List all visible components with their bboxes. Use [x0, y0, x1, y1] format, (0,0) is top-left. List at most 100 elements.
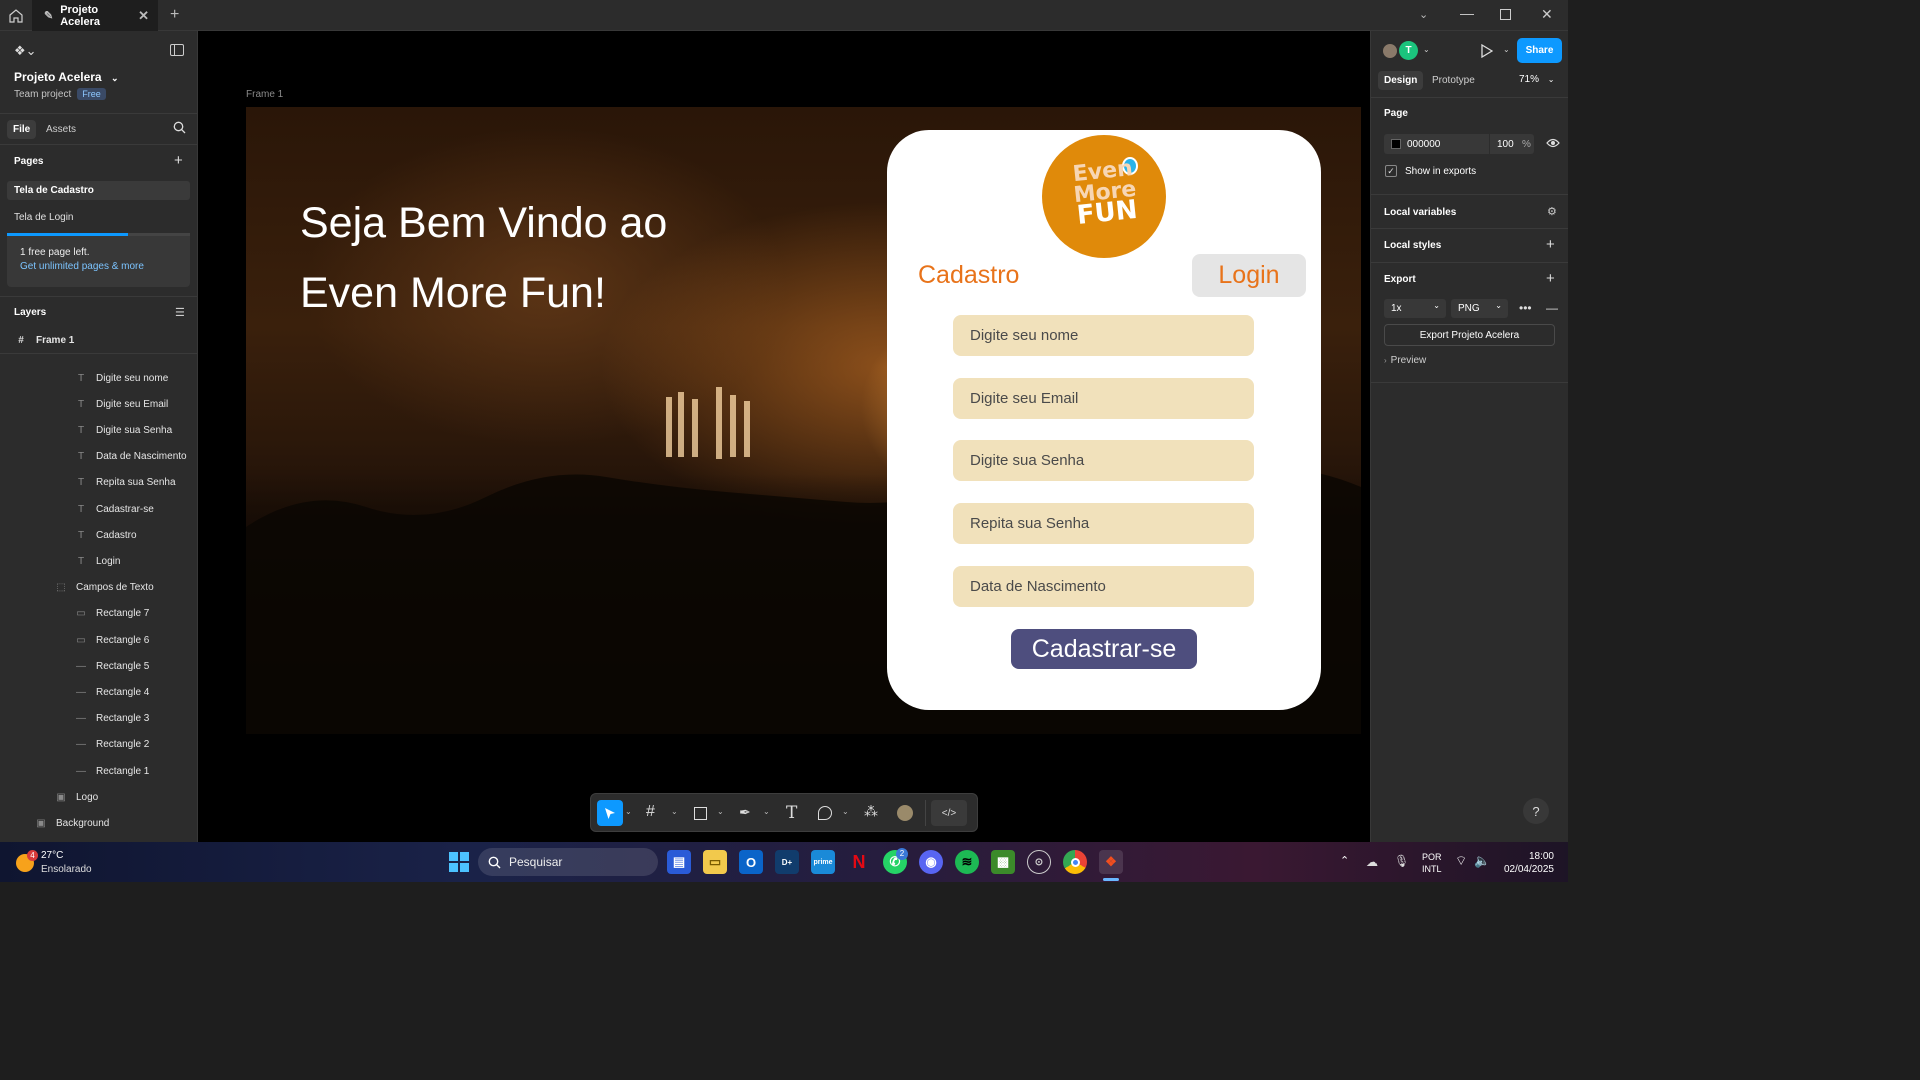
upgrade-link[interactable]: Get unlimited pages & more — [20, 261, 177, 272]
user-avatar[interactable] — [1381, 42, 1399, 60]
outlook-icon[interactable]: O — [739, 850, 763, 874]
search-icon[interactable] — [173, 121, 186, 137]
preview-toggle[interactable]: › Preview — [1384, 355, 1426, 366]
figma-icon[interactable]: ❖ — [1099, 850, 1123, 874]
repeat-password-field[interactable]: Repita sua Senha — [953, 503, 1254, 544]
layer-item[interactable]: — Rectangle 5 — [0, 653, 197, 679]
chevron-down-icon[interactable]: ⌄ — [763, 807, 770, 816]
layer-item[interactable]: — Rectangle 1 — [0, 758, 197, 784]
layer-item[interactable]: — Rectangle 4 — [0, 679, 197, 705]
home-icon[interactable] — [8, 8, 24, 24]
steam-icon[interactable]: ⊙ — [1027, 850, 1051, 874]
minecraft-icon[interactable]: ▩ — [991, 850, 1015, 874]
comment-tool-icon[interactable] — [818, 806, 832, 820]
layer-item[interactable]: ▣ Logo — [0, 784, 197, 810]
wifi-icon[interactable]: ⌔ — [1455, 853, 1467, 869]
file-tab[interactable]: ✎ Projeto Acelera ✕ — [32, 0, 158, 31]
layers-options-icon[interactable]: ☰ — [175, 306, 185, 319]
layer-item[interactable]: T Digite seu Email — [0, 391, 197, 417]
name-field[interactable]: Digite seu nome — [953, 315, 1254, 356]
layer-item[interactable]: T Digite seu nome — [0, 365, 197, 391]
add-style-icon[interactable]: + — [1546, 236, 1555, 253]
share-button[interactable]: Share — [1517, 38, 1562, 63]
headline-line-1[interactable]: Seja Bem Vindo ao — [300, 199, 667, 248]
close-tab-icon[interactable]: ✕ — [138, 8, 149, 24]
local-variables[interactable]: Local variables — [1384, 207, 1456, 218]
file-explorer-icon[interactable]: ▭ — [703, 850, 727, 874]
export-format-select[interactable]: PNG ⌄ — [1451, 299, 1508, 318]
tab-file[interactable]: File — [7, 120, 37, 139]
frame-label[interactable]: Frame 1 — [246, 89, 283, 100]
chevron-down-icon[interactable]: ⌄ — [842, 807, 849, 816]
layer-frame[interactable]: # Frame 1 — [0, 328, 197, 354]
signup-button[interactable]: Cadastrar-se — [1011, 629, 1197, 669]
plan-badge[interactable]: Free — [77, 88, 106, 100]
show-in-exports-checkbox[interactable]: ✓ — [1385, 165, 1397, 177]
password-field[interactable]: Digite sua Senha — [953, 440, 1254, 481]
plugin-avatar-icon[interactable] — [897, 805, 913, 821]
chevron-down-icon[interactable]: ⌄ — [625, 807, 632, 816]
tab-prototype[interactable]: Prototype — [1432, 75, 1475, 86]
minimize-icon[interactable]: — — [1460, 5, 1474, 21]
layer-item[interactable]: — Rectangle 2 — [0, 732, 197, 758]
page-color-input[interactable]: 000000 100 % — [1384, 134, 1534, 154]
rectangle-tool-icon[interactable] — [694, 807, 707, 820]
tab-design[interactable]: Design — [1378, 71, 1424, 90]
sidebar-toggle-icon[interactable] — [170, 44, 184, 56]
cadastro-label[interactable]: Cadastro — [918, 261, 1019, 290]
microphone-icon[interactable]: 🎙 — [1394, 854, 1409, 868]
move-tool-button[interactable] — [597, 800, 623, 826]
page-item-tela-de-login[interactable]: Tela de Login — [14, 212, 74, 223]
layer-item[interactable]: ▭ Rectangle 6 — [0, 627, 197, 653]
add-export-icon[interactable]: + — [1546, 270, 1555, 287]
headline-line-2[interactable]: Even More Fun! — [300, 269, 606, 318]
restore-icon[interactable] — [1500, 9, 1511, 20]
layer-item[interactable]: T Cadastro — [0, 522, 197, 548]
visibility-eye-icon[interactable] — [1546, 138, 1560, 151]
netflix-icon[interactable]: N — [847, 850, 871, 874]
add-page-icon[interactable]: + — [174, 152, 183, 169]
page-opacity[interactable]: 100 — [1497, 139, 1514, 150]
chevron-down-icon[interactable]: ⌄ — [1423, 45, 1430, 54]
layer-item[interactable]: T Data de Nascimento — [0, 444, 197, 470]
discord-icon[interactable]: ◉ — [919, 850, 943, 874]
pen-tool-icon[interactable]: ✒ — [739, 804, 751, 821]
logo[interactable]: Even More FUN — [1042, 135, 1166, 258]
start-button-icon[interactable] — [449, 852, 469, 872]
export-options-icon[interactable]: ••• — [1519, 301, 1532, 315]
remove-export-icon[interactable]: — — [1546, 301, 1558, 315]
spotify-icon[interactable]: ≋ — [955, 850, 979, 874]
chevron-down-icon[interactable]: ⌄ — [671, 807, 678, 816]
birthdate-field[interactable]: Data de Nascimento — [953, 566, 1254, 607]
close-window-icon[interactable]: ✕ — [1541, 6, 1553, 23]
tray-chevron-up-icon[interactable]: ⌃ — [1340, 854, 1349, 867]
layer-item[interactable]: T Login — [0, 548, 197, 574]
tab-assets[interactable]: Assets — [46, 124, 76, 135]
dev-mode-icon[interactable]: </> — [931, 800, 967, 826]
frame-tool-icon[interactable]: # — [646, 803, 655, 821]
chevron-down-icon[interactable]: ⌄ — [1419, 8, 1428, 21]
present-play-icon[interactable] — [1481, 43, 1494, 61]
figma-menu-icon[interactable]: ❖⌄ — [14, 43, 37, 59]
disney-plus-icon[interactable]: D+ — [775, 850, 799, 874]
export-scale-select[interactable]: 1x ⌄ — [1384, 299, 1446, 318]
variables-settings-icon[interactable]: ⚙ — [1547, 205, 1557, 218]
layer-item[interactable]: T Digite sua Senha — [0, 417, 197, 443]
clock[interactable]: 18:00 02/04/2025 — [1502, 850, 1554, 876]
project-name[interactable]: Projeto Acelera ⌄ — [14, 70, 118, 84]
collaborator-avatar[interactable]: T — [1399, 41, 1418, 60]
prime-video-icon[interactable]: prime — [811, 850, 835, 874]
email-field[interactable]: Digite seu Email — [953, 378, 1254, 419]
page-item-tela-de-cadastro[interactable]: Tela de Cadastro — [7, 181, 190, 200]
chevron-down-icon[interactable]: ⌄ — [1503, 45, 1510, 54]
help-button[interactable]: ? — [1523, 798, 1549, 824]
layer-item[interactable]: T Cadastrar-se — [0, 496, 197, 522]
color-swatch[interactable] — [1391, 139, 1401, 149]
onedrive-icon[interactable]: ☁ — [1366, 855, 1378, 869]
new-tab-icon[interactable]: + — [170, 6, 179, 24]
layer-item[interactable]: — Rectangle 3 — [0, 706, 197, 732]
chevron-down-icon[interactable]: ⌄ — [717, 807, 724, 816]
signup-card[interactable]: Even More FUN Cadastro Login Digite seu … — [887, 130, 1321, 710]
weather-widget[interactable]: 4 27°C Ensolarado — [16, 850, 136, 876]
text-tool-icon[interactable]: T — [786, 803, 797, 823]
